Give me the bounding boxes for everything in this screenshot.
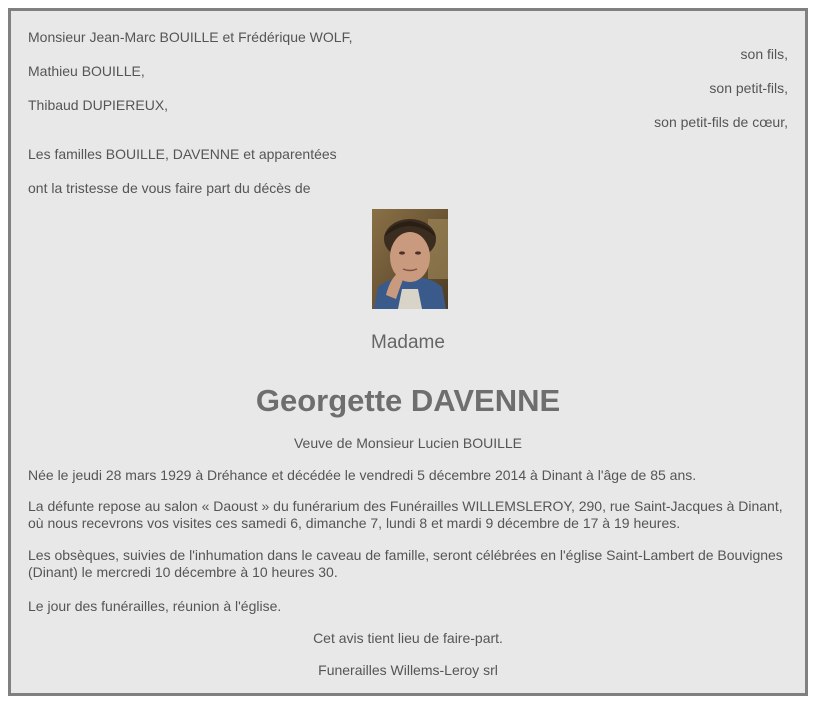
obituary-content: Monsieur Jean-Marc BOUILLE et Frédérique… <box>28 11 788 693</box>
announcement-intro: ont la tristesse de vous faire part du d… <box>28 180 311 196</box>
family-line-2: Mathieu BOUILLE, <box>28 63 145 79</box>
family-role-3: son petit-fils de cœur, <box>654 114 788 130</box>
deceased-title: Madame <box>371 332 445 353</box>
family-role-1: son fils, <box>740 46 788 62</box>
birth-death-paragraph: Née le jeudi 28 mars 1929 à Dréhance et … <box>28 467 697 483</box>
obituary-card: Monsieur Jean-Marc BOUILLE et Frédérique… <box>8 8 808 696</box>
funeral-company: Funerailles Willems-Leroy srl <box>318 662 498 678</box>
family-role-2: son petit-fils, <box>709 80 788 96</box>
repose-paragraph: La défunte repose au salon « Daoust » du… <box>28 498 783 531</box>
funeral-paragraph: Les obsèques, suivies de l'inhumation da… <box>28 547 783 580</box>
gathering-line: Le jour des funérailles, réunion à l'égl… <box>28 598 282 614</box>
widow-line: Veuve de Monsieur Lucien BOUILLE <box>293 435 523 451</box>
families-line: Les familles BOUILLE, DAVENNE et apparen… <box>28 146 337 162</box>
family-line-3: Thibaud DUPIEREUX, <box>28 97 169 113</box>
family-line-1: Monsieur Jean-Marc BOUILLE et Frédérique… <box>28 29 353 45</box>
portrait-photo <box>372 209 448 309</box>
deceased-name: Georgette DAVENNE <box>255 383 561 418</box>
notice-line: Cet avis tient lieu de faire-part. <box>313 630 503 646</box>
